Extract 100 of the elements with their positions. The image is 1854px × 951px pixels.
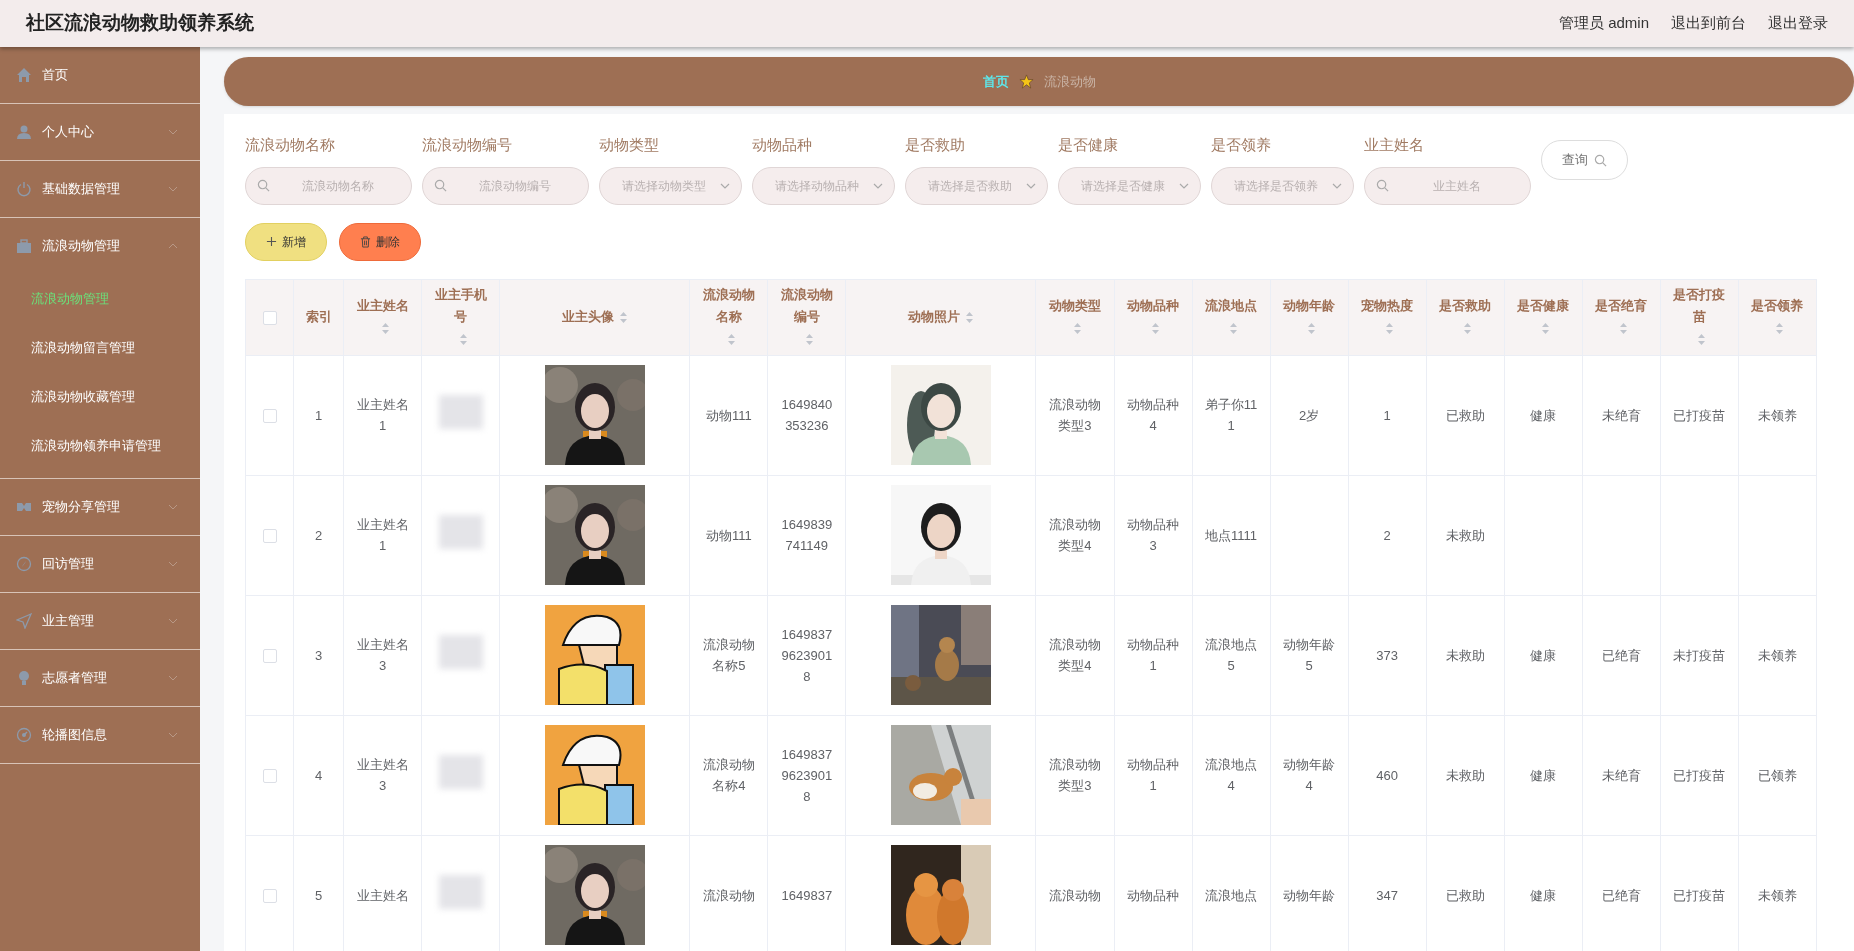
table-cell: 460 <box>1376 767 1398 783</box>
sidebar-item[interactable]: 首页 <box>0 47 200 103</box>
column-header[interactable]: 动物品种 <box>1127 295 1179 318</box>
table-cell: 1649837 <box>781 887 833 903</box>
sidebar-item[interactable]: 志愿者管理 <box>0 650 200 706</box>
table-cell: 流浪地点4 <box>1205 757 1258 793</box>
table-cell: 347 <box>1376 887 1398 903</box>
blurred-phone <box>438 875 483 909</box>
table-cell: 2 <box>1383 527 1391 543</box>
gauge-icon <box>16 727 32 743</box>
blurred-phone <box>438 635 483 669</box>
table-cell: 动物111 <box>705 407 752 423</box>
bulb-icon <box>16 670 32 686</box>
table-cell: 已绝育 <box>1601 887 1641 903</box>
table-cell: 流浪动物类型4 <box>1048 637 1101 673</box>
checkbox[interactable] <box>262 888 277 903</box>
table-cell: 未救助 <box>1445 647 1485 663</box>
table-cell: 动物年龄4 <box>1283 757 1336 793</box>
table-cell: 未绝育 <box>1601 767 1641 783</box>
table-cell: 2岁 <box>1299 407 1320 423</box>
sidebar-item[interactable]: 基础数据管理 <box>0 161 200 217</box>
chevron-down-icon <box>720 182 730 189</box>
table-cell: 未领养 <box>1757 407 1797 423</box>
column-header[interactable]: 动物照片 <box>907 306 960 329</box>
sidebar-item[interactable]: 回访管理 <box>0 536 200 592</box>
breadcrumb-link[interactable]: 首页 <box>982 71 1009 92</box>
sidebar-item[interactable]: 个人中心 <box>0 104 200 160</box>
filter-label: 流浪动物名称 <box>245 135 336 155</box>
header-link[interactable]: 退出到前台 <box>1671 12 1746 35</box>
filter-label: 动物品种 <box>752 135 813 155</box>
table-cell: 动物品种1 <box>1127 757 1179 793</box>
table-cell: 业主姓名3 <box>356 757 409 793</box>
checkbox[interactable] <box>262 310 277 325</box>
submenu-item[interactable]: 流浪动物管理 <box>0 274 200 323</box>
table-cell: 5 <box>314 887 323 903</box>
power-icon <box>16 181 32 197</box>
filter-label: 是否救助 <box>905 135 966 155</box>
breadcrumb-link[interactable]: 流浪动物 <box>1043 71 1096 92</box>
table-cell: 3 <box>314 647 323 663</box>
sidebar-item[interactable]: 流浪动物管理 <box>0 218 200 274</box>
star-icon <box>1018 74 1034 89</box>
table-cell: 已救助 <box>1445 407 1485 423</box>
table-cell: 已绝育 <box>1601 647 1641 663</box>
search-icon <box>1594 153 1607 167</box>
submenu-item[interactable]: 流浪动物领养申请管理 <box>0 421 200 470</box>
table-cell: 业主姓名1 <box>356 517 409 553</box>
send-icon <box>16 613 32 629</box>
table-cell: 健康 <box>1530 647 1557 663</box>
table-cell: 地点1111 <box>1205 527 1258 543</box>
table-cell: 4 <box>314 767 323 783</box>
table-cell: 已打疫苗 <box>1673 407 1726 423</box>
table-cell: 流浪动物 <box>1048 887 1101 903</box>
checkbox[interactable] <box>262 648 277 663</box>
filter-label: 动物类型 <box>599 135 660 155</box>
table-cell: 未绝育 <box>1601 407 1641 423</box>
table-cell: 业主姓名3 <box>356 637 409 673</box>
select-field[interactable]: 请选择是否健康 <box>1058 166 1201 205</box>
add-button[interactable]: 新增 <box>245 222 327 261</box>
header-link[interactable]: 退出登录 <box>1768 12 1828 35</box>
delete-button[interactable]: 删除 <box>339 222 421 261</box>
search-button[interactable]: 查询 <box>1541 140 1628 180</box>
submenu-item[interactable]: 流浪动物留言管理 <box>0 323 200 372</box>
submenu-item[interactable]: 流浪动物收藏管理 <box>0 372 200 421</box>
search-icon <box>434 178 447 192</box>
checkbox[interactable] <box>262 528 277 543</box>
table-cell: 已打疫苗 <box>1673 887 1726 903</box>
table-cell: 业主姓名1 <box>356 397 409 433</box>
chevron-down-icon <box>873 182 883 189</box>
table-cell: 1649839741149 <box>781 517 833 553</box>
compass-icon <box>16 556 32 572</box>
table-cell: 动物品种3 <box>1127 517 1179 553</box>
checkbox[interactable] <box>262 768 277 783</box>
table-cell: 1 <box>314 407 323 423</box>
checkbox[interactable] <box>262 408 277 423</box>
select-field[interactable]: 请选择是否救助 <box>905 166 1048 205</box>
sidebar-item[interactable]: 轮播图信息 <box>0 707 200 763</box>
home-icon <box>16 67 32 83</box>
table-cell: 未领养 <box>1757 887 1797 903</box>
table-cell: 已打疫苗 <box>1673 767 1726 783</box>
table-cell: 动物品种 <box>1127 887 1179 903</box>
app-title: 社区流浪动物救助领养系统 <box>26 11 254 36</box>
header-link[interactable]: 管理员 admin <box>1558 12 1649 35</box>
search-icon <box>1376 178 1389 192</box>
filter-label: 流浪动物编号 <box>422 135 513 155</box>
column-header[interactable]: 业主头像 <box>561 306 614 329</box>
plus-icon <box>266 236 277 247</box>
trash-icon <box>360 235 371 248</box>
table-cell: 业主姓名 <box>356 887 409 903</box>
table-cell: 未打疫苗 <box>1673 647 1726 663</box>
table-cell: 流浪动物 <box>702 887 755 903</box>
table-cell: 流浪动物名称4 <box>702 757 755 793</box>
table-cell: 弟子你111 <box>1204 397 1258 433</box>
table-cell: 1 <box>1383 407 1391 423</box>
table-cell: 2 <box>314 527 323 543</box>
sidebar-item[interactable]: 业主管理 <box>0 593 200 649</box>
table-cell: 健康 <box>1530 887 1557 903</box>
table-cell: 动物品种1 <box>1127 637 1179 673</box>
select-field[interactable]: 请选择是否领养 <box>1211 166 1354 205</box>
table-cell: 373 <box>1376 647 1398 663</box>
sidebar-item[interactable]: 宠物分享管理 <box>0 479 200 535</box>
